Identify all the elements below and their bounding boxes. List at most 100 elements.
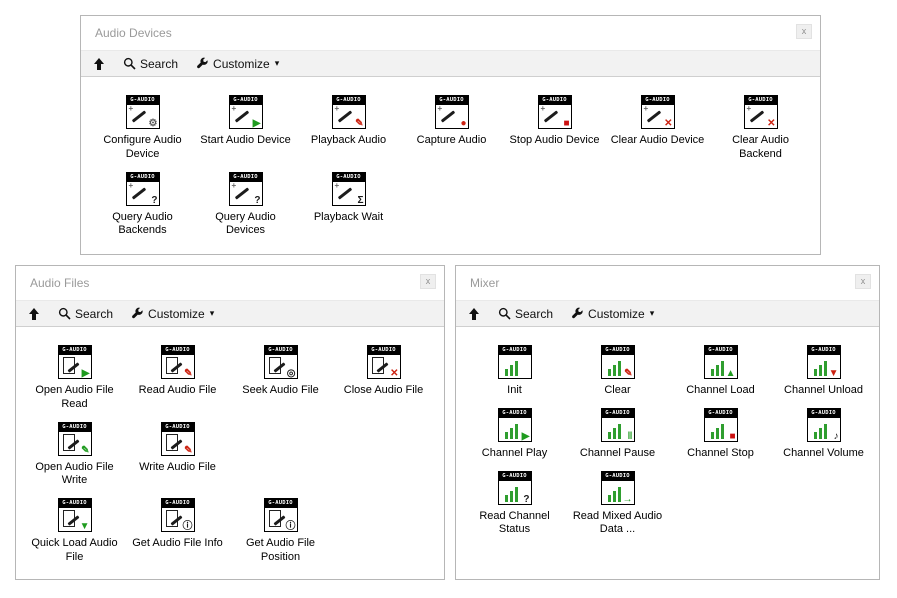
palette-item-label: Channel Stop — [687, 447, 754, 461]
icon-banner-label: G-AUDIO — [265, 346, 297, 355]
palette-item-channel-volume[interactable]: G-AUDIO♪Channel Volume — [772, 408, 875, 461]
chevron-down-icon: ▾ — [650, 308, 655, 319]
palette-item-init[interactable]: G-AUDIOInit — [463, 345, 566, 398]
palette-item-get-audio-file-position[interactable]: G-AUDIOⓘGet Audio File Position — [229, 498, 332, 565]
accent-glyph-icon: ✎ — [184, 369, 192, 379]
palette-item-label: Close Audio File — [344, 384, 424, 398]
palette-item-label: Write Audio File — [139, 461, 216, 475]
palette-row: G-AUDIOInitG-AUDIO✎ClearG-AUDIO▲Channel … — [463, 345, 879, 398]
palette-item-query-audio-devices[interactable]: G-AUDIO?Query Audio Devices — [194, 172, 297, 239]
g-audio-icon: G-AUDIO✎ — [161, 345, 195, 379]
accent-glyph-icon: ✕ — [767, 119, 775, 129]
icon-banner-label: G-AUDIO — [265, 499, 297, 508]
g-audio-icon: G-AUDIO✎ — [332, 95, 366, 129]
customize-button[interactable]: Customize ▾ — [571, 307, 654, 321]
accent-glyph-icon: Σ — [357, 196, 363, 206]
titlebar: Audio Files x — [16, 266, 444, 300]
palette-item-stop-audio-device[interactable]: G-AUDIO■Stop Audio Device — [503, 95, 606, 148]
palette-item-label: Init — [507, 384, 522, 398]
icon-banner-label: G-AUDIO — [59, 499, 91, 508]
accent-glyph-icon: ✎ — [184, 446, 192, 456]
palette-item-clear-audio-device[interactable]: G-AUDIO✕Clear Audio Device — [606, 95, 709, 148]
palette-item-label: Playback Wait — [314, 211, 383, 225]
icon-banner-label: G-AUDIO — [162, 499, 194, 508]
palette-item-label: Channel Play — [482, 447, 547, 461]
palette-item-label: Channel Unload — [784, 384, 863, 398]
navigate-up-button[interactable] — [468, 307, 480, 321]
icon-banner-label: G-AUDIO — [162, 423, 194, 432]
palette-content: G-AUDIO⚙Configure Audio DeviceG-AUDIO▶St… — [81, 77, 820, 238]
palette-item-channel-stop[interactable]: G-AUDIO■Channel Stop — [669, 408, 772, 461]
palette-item-label: Clear Audio Backend — [710, 134, 811, 162]
icon-banner-label: G-AUDIO — [59, 423, 91, 432]
palette-item-clear[interactable]: G-AUDIO✎Clear — [566, 345, 669, 398]
palette-item-label: Capture Audio — [417, 134, 487, 148]
palette-item-read-audio-file[interactable]: G-AUDIO✎Read Audio File — [126, 345, 229, 398]
palette-item-label: Open Audio File Write — [24, 461, 125, 489]
wrench-icon — [571, 307, 584, 320]
palette-item-channel-pause[interactable]: G-AUDIO‖Channel Pause — [566, 408, 669, 461]
accent-glyph-icon: ▲ — [726, 369, 736, 379]
palette-item-quick-load-audio-file[interactable]: G-AUDIO▼Quick Load Audio File — [23, 498, 126, 565]
palette-item-read-mixed-audio-data[interactable]: G-AUDIO→Read Mixed Audio Data ... — [566, 471, 669, 538]
window-title: Audio Files — [30, 276, 89, 290]
palette-window-audio-devices: Audio Devices x Search Customize ▾ G-AUD… — [80, 15, 821, 255]
palette-item-configure-audio-device[interactable]: G-AUDIO⚙Configure Audio Device — [91, 95, 194, 162]
search-icon — [58, 307, 71, 320]
close-button[interactable]: x — [796, 24, 812, 39]
search-icon — [123, 57, 136, 70]
customize-button[interactable]: Customize ▾ — [196, 57, 279, 71]
accent-glyph-icon: ◎ — [287, 369, 296, 379]
titlebar: Audio Devices x — [81, 16, 820, 50]
icon-banner-label: G-AUDIO — [705, 409, 737, 418]
search-label: Search — [140, 57, 178, 71]
g-audio-icon: G-AUDIO? — [229, 172, 263, 206]
palette-item-clear-audio-backend[interactable]: G-AUDIO✕Clear Audio Backend — [709, 95, 812, 162]
accent-glyph-icon: ▼ — [80, 522, 90, 532]
palette-item-channel-play[interactable]: G-AUDIO▶ Channel Play — [463, 408, 566, 461]
palette-item-write-audio-file[interactable]: G-AUDIO ✎ Write Audio File — [126, 422, 229, 475]
customize-button[interactable]: Customize ▾ — [131, 307, 214, 321]
palette-item-open-audio-file-write[interactable]: G-AUDIO✎Open Audio File Write — [23, 422, 126, 489]
toolbar: Search Customize ▾ — [456, 300, 879, 327]
search-button[interactable]: Search — [123, 57, 178, 71]
palette-item-label: Read Channel Status — [464, 510, 565, 538]
accent-glyph-icon: → — [623, 495, 633, 505]
navigate-up-button[interactable] — [93, 57, 105, 71]
palette-item-capture-audio[interactable]: G-AUDIO●Capture Audio — [400, 95, 503, 148]
g-audio-icon: G-AUDIOΣ — [332, 172, 366, 206]
palette-window-audio-files: Audio Files x Search Customize ▾ G-AUDIO… — [15, 265, 445, 580]
search-label: Search — [75, 307, 113, 321]
palette-item-get-audio-file-info[interactable]: G-AUDIOⓘGet Audio File Info — [126, 498, 229, 551]
palette-item-start-audio-device[interactable]: G-AUDIO▶Start Audio Device — [194, 95, 297, 148]
accent-glyph-icon: ▶ — [253, 119, 261, 129]
palette-item-open-audio-file-read[interactable]: G-AUDIO▶Open Audio File Read — [23, 345, 126, 412]
palette-item-playback-wait[interactable]: G-AUDIOΣ Playback Wait — [297, 172, 400, 225]
palette-item-channel-unload[interactable]: G-AUDIO▼Channel Unload — [772, 345, 875, 398]
g-audio-icon: G-AUDIO▶ — [498, 408, 532, 442]
search-button[interactable]: Search — [58, 307, 113, 321]
close-button[interactable]: x — [855, 274, 871, 289]
accent-glyph-icon: ✎ — [624, 369, 632, 379]
palette-item-playback-audio[interactable]: G-AUDIO✎Playback Audio — [297, 95, 400, 148]
navigate-up-button[interactable] — [28, 307, 40, 321]
palette-item-label: Channel Volume — [783, 447, 864, 461]
palette-item-read-channel-status[interactable]: G-AUDIO?Read Channel Status — [463, 471, 566, 538]
g-audio-icon: G-AUDIO✕ — [367, 345, 401, 379]
up-arrow-icon — [28, 307, 40, 321]
palette-item-label: Stop Audio Device — [510, 134, 600, 148]
search-button[interactable]: Search — [498, 307, 553, 321]
accent-glyph-icon: ✕ — [664, 119, 672, 129]
palette-item-channel-load[interactable]: G-AUDIO▲Channel Load — [669, 345, 772, 398]
palette-item-close-audio-file[interactable]: G-AUDIO✕ Close Audio File — [332, 345, 435, 398]
palette-item-seek-audio-file[interactable]: G-AUDIO◎Seek Audio File — [229, 345, 332, 398]
up-arrow-icon — [468, 307, 480, 321]
palette-item-query-audio-backends[interactable]: G-AUDIO?Query Audio Backends — [91, 172, 194, 239]
icon-banner-label: G-AUDIO — [602, 472, 634, 481]
close-button[interactable]: x — [420, 274, 436, 289]
palette-content: G-AUDIO▶Open Audio File ReadG-AUDIO✎Read… — [16, 327, 444, 565]
palette-row: G-AUDIO▼Quick Load Audio FileG-AUDIOⓘGet… — [23, 498, 444, 565]
icon-banner-label: G-AUDIO — [808, 409, 840, 418]
palette-item-label: Clear — [604, 384, 630, 398]
bars-glyph-icon — [499, 355, 531, 378]
